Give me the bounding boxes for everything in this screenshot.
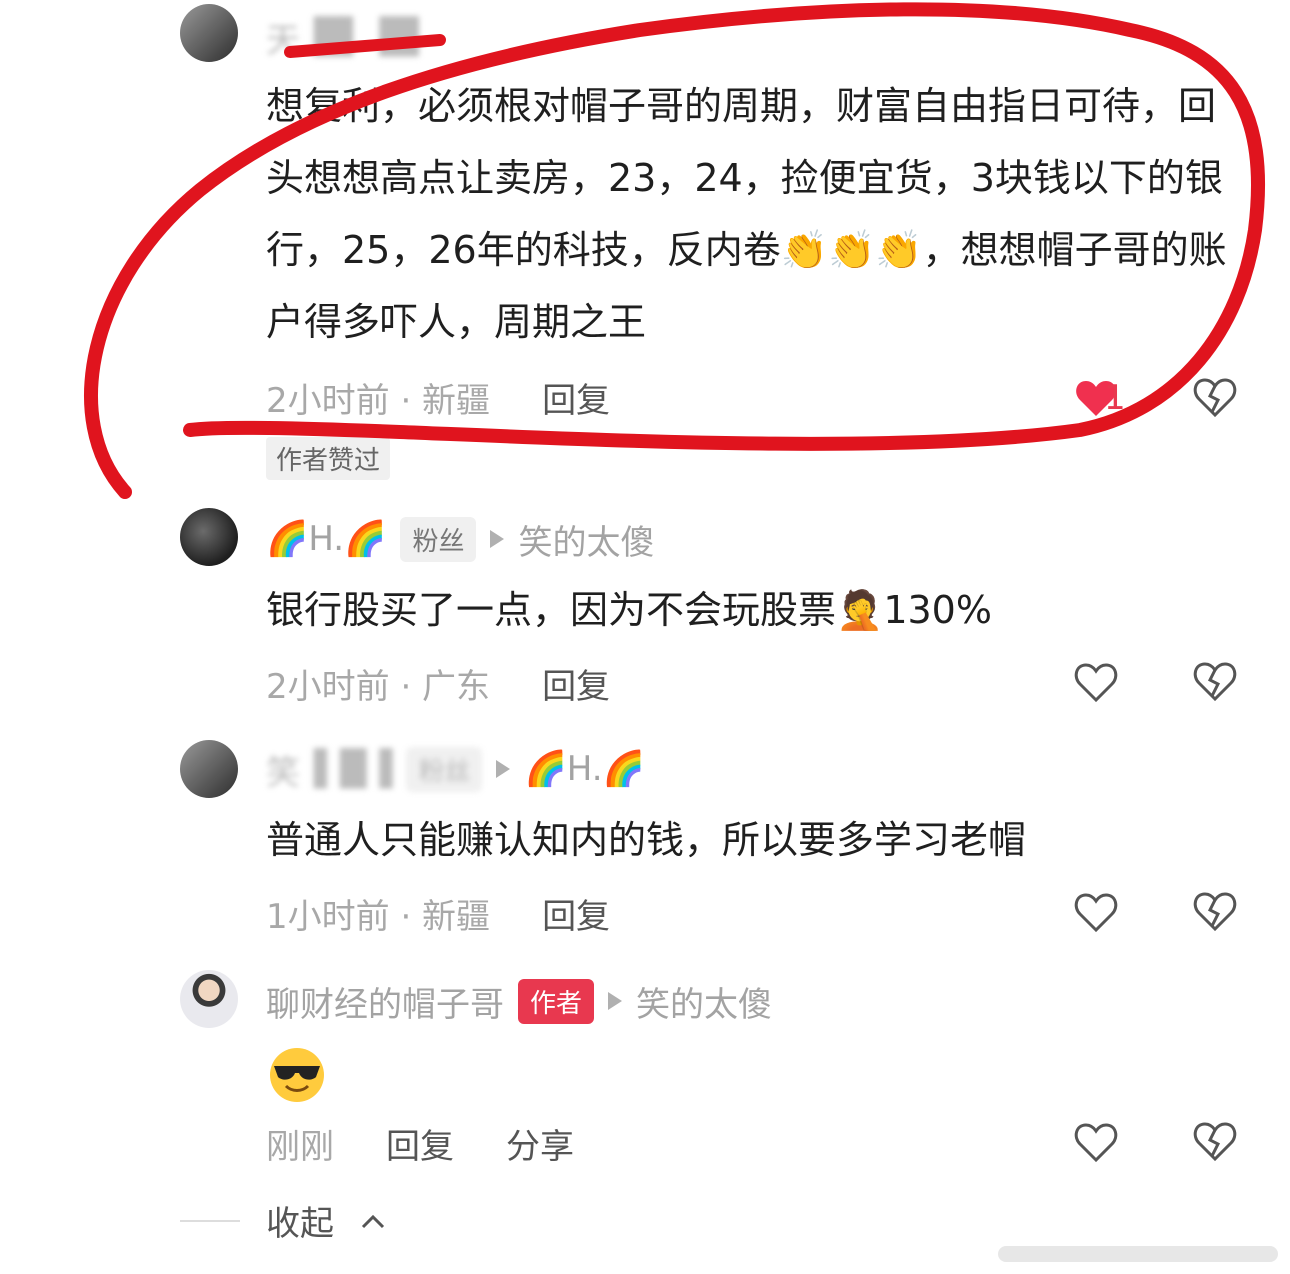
fan-badge: 粉丝: [406, 746, 483, 792]
watermark: [998, 1246, 1278, 1262]
comment-text: 想复利，必须根对帽子哥的周期，财富自由指日可待，回头想想高点让卖房，23，24，…: [266, 84, 1227, 344]
comment-text: 银行股买了一点，因为不会玩股票🤦130%: [266, 588, 992, 632]
comment-text: 普通人只能赚认知内的钱，所以要多学习老帽: [266, 818, 1027, 862]
timestamp-location: 2小时前 · 新疆: [266, 380, 491, 421]
collapse-label: 收起: [266, 1204, 334, 1244]
reply-button[interactable]: 回复: [542, 659, 610, 708]
username-blurred: █▌▐█: [314, 17, 419, 57]
reply-to-username[interactable]: 笑的太傻: [636, 977, 772, 1026]
reply-to-username[interactable]: 笑的太傻: [518, 515, 654, 564]
broken-heart-icon[interactable]: [1190, 656, 1240, 706]
reply-button[interactable]: 回复: [542, 373, 610, 422]
comment-header: 聊财经的帽子哥 作者 笑的太傻: [266, 976, 772, 1026]
heart-icon[interactable]: [1072, 658, 1120, 706]
heart-icon[interactable]: [1072, 1118, 1120, 1166]
heart-icon[interactable]: [1072, 888, 1120, 936]
broken-heart-icon[interactable]: [1190, 372, 1240, 422]
share-button[interactable]: 分享: [506, 1119, 574, 1168]
comment-header: 天 █▌▐█: [266, 12, 419, 62]
username-blurred: ▌█▐: [314, 749, 393, 789]
avatar[interactable]: [180, 4, 238, 62]
timestamp: 刚刚: [266, 1126, 334, 1167]
divider: [180, 1219, 240, 1222]
broken-heart-icon[interactable]: [1190, 886, 1240, 936]
collapse-replies[interactable]: 收起: [180, 1196, 386, 1245]
reply-arrow-icon: [490, 530, 505, 548]
reply-arrow-icon: [496, 760, 511, 778]
author-liked-tag: 作者赞过: [266, 437, 391, 480]
username[interactable]: 聊财经的帽子哥: [266, 977, 504, 1026]
comment-meta: 2小时前 · 广东 回复: [266, 658, 610, 708]
comment-meta: 2小时前 · 新疆 回复: [266, 372, 610, 422]
comment-meta: 1小时前 · 新疆 回复: [266, 888, 610, 938]
sunglasses-emoji-icon: [270, 1048, 324, 1102]
comment-meta: 刚刚 回复 分享: [266, 1118, 574, 1168]
reply-button[interactable]: 回复: [386, 1119, 454, 1168]
timestamp-location: 1小时前 · 新疆: [266, 896, 491, 937]
reply-arrow-icon: [608, 992, 623, 1010]
username[interactable]: 🌈H.🌈: [266, 519, 386, 559]
fan-badge: 粉丝: [400, 516, 477, 562]
avatar[interactable]: [180, 740, 238, 798]
comment-header: 🌈H.🌈 粉丝 笑的太傻: [266, 514, 654, 564]
broken-heart-icon[interactable]: [1190, 1116, 1240, 1166]
author-badge: 作者: [518, 978, 595, 1024]
reply-button[interactable]: 回复: [542, 889, 610, 938]
username[interactable]: 笑: [266, 745, 300, 794]
comment-header: 笑 ▌█▐ 粉丝 🌈H.🌈: [266, 744, 645, 794]
like-count: 1: [1104, 378, 1126, 418]
username[interactable]: 天: [266, 13, 300, 62]
chevron-up-icon: [361, 1214, 385, 1228]
avatar[interactable]: [180, 970, 238, 1028]
avatar[interactable]: [180, 508, 238, 566]
reply-to-username[interactable]: 🌈H.🌈: [524, 749, 644, 789]
timestamp-location: 2小时前 · 广东: [266, 666, 491, 707]
